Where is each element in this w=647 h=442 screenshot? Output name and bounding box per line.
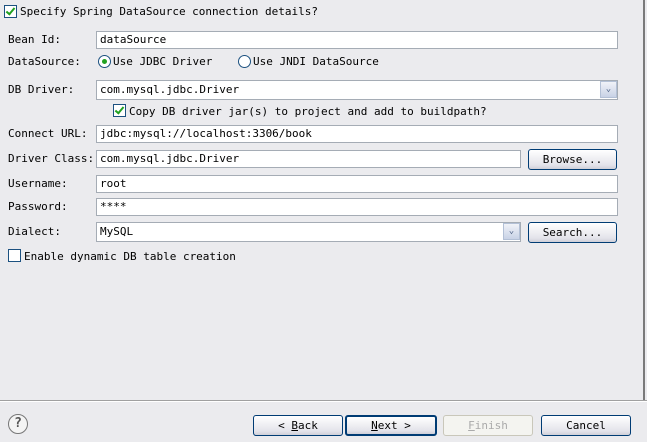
jndi-radio[interactable]: [238, 55, 251, 68]
jdbc-radio[interactable]: [98, 55, 111, 68]
next-rest: ext >: [377, 419, 411, 432]
dialect-combo[interactable]: MySQL: [96, 222, 521, 242]
footer-separator: [0, 400, 647, 402]
db-driver-combo[interactable]: com.mysql.jdbc.Driver: [96, 80, 618, 100]
db-driver-label: DB Driver:: [8, 83, 75, 96]
specify-label: Specify Spring DataSource connection det…: [20, 5, 319, 18]
driver-class-input[interactable]: com.mysql.jdbc.Driver: [96, 150, 521, 168]
chevron-down-icon[interactable]: ⌄: [600, 81, 617, 98]
finish-rest: inish: [474, 419, 508, 432]
copy-jar-label: Copy DB driver jar(s) to project and add…: [129, 105, 487, 118]
dialect-value: MySQL: [100, 225, 134, 238]
finish-mnemonic: F: [468, 419, 475, 432]
finish-button: Finish: [443, 415, 533, 436]
db-driver-value: com.mysql.jdbc.Driver: [100, 83, 240, 96]
datasource-label: DataSource:: [8, 55, 81, 68]
back-prefix: <: [278, 419, 292, 432]
bean-id-input[interactable]: dataSource: [96, 31, 618, 49]
driver-class-label: Driver Class:: [8, 152, 95, 165]
password-input[interactable]: ****: [96, 198, 618, 216]
cancel-button[interactable]: Cancel: [541, 415, 631, 436]
search-button[interactable]: Search...: [528, 222, 617, 243]
username-label: Username:: [8, 177, 68, 190]
jdbc-radio-label: Use JDBC Driver: [113, 55, 213, 68]
next-mnemonic: N: [371, 419, 378, 432]
username-input[interactable]: root: [96, 175, 618, 193]
chevron-down-icon[interactable]: ⌄: [503, 223, 520, 240]
connect-url-input[interactable]: jdbc:mysql://localhost:3306/book: [96, 125, 618, 143]
back-mnemonic: B: [291, 419, 298, 432]
connect-url-label: Connect URL:: [8, 127, 88, 140]
help-icon[interactable]: ?: [8, 414, 28, 434]
password-label: Password:: [8, 200, 68, 213]
dynamic-db-checkbox[interactable]: [8, 249, 21, 262]
next-button[interactable]: Next >: [345, 415, 437, 436]
bean-id-label: Bean Id:: [8, 33, 61, 46]
browse-button[interactable]: Browse...: [528, 149, 617, 170]
back-rest: ack: [298, 419, 318, 432]
copy-jar-checkbox[interactable]: [113, 104, 126, 117]
dynamic-db-label: Enable dynamic DB table creation: [24, 250, 236, 263]
dialect-label: Dialect:: [8, 225, 61, 238]
back-button[interactable]: < Back: [253, 415, 343, 436]
jndi-radio-label: Use JNDI DataSource: [253, 55, 379, 68]
scrollbar-edge: [643, 0, 645, 400]
specify-checkbox[interactable]: [4, 5, 17, 18]
